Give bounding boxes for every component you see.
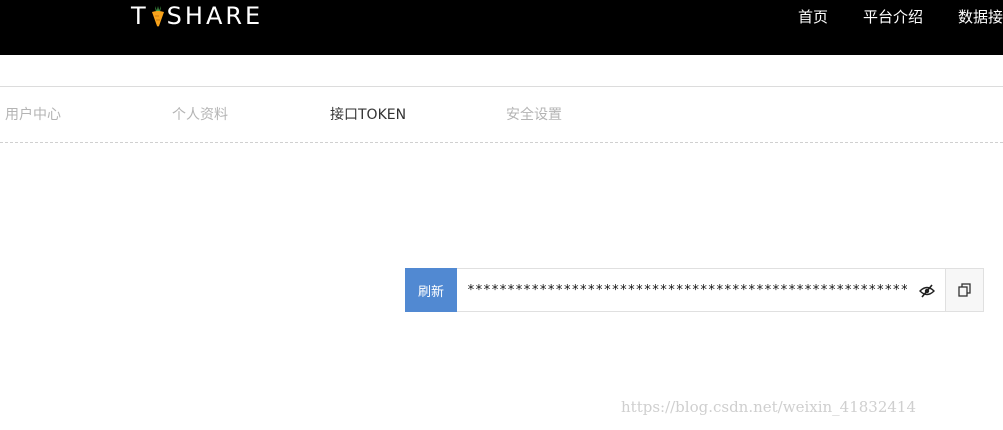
tushare-logo[interactable]: T SHARE (131, 2, 264, 30)
refresh-token-button[interactable]: 刷新 (405, 268, 457, 312)
eye-slash-icon[interactable] (919, 283, 935, 299)
token-input-group: 刷新 (405, 268, 984, 312)
tab-user-center[interactable]: 用户中心 (5, 104, 61, 126)
tab-api-token[interactable]: 接口TOKEN (330, 104, 406, 126)
watermark-url: https://blog.csdn.net/weixin_41832414 (621, 398, 917, 416)
nav-home[interactable]: 首页 (798, 4, 828, 28)
nav-data-api[interactable]: 数据接 (958, 4, 1003, 28)
copy-token-button[interactable] (946, 268, 984, 312)
divider (0, 86, 1003, 87)
tabs-divider (0, 142, 1003, 143)
tab-security-settings[interactable]: 安全设置 (506, 104, 562, 126)
logo-text-left: T (131, 2, 149, 30)
token-input[interactable] (467, 278, 907, 302)
top-navbar: T SHARE 首页 平台介绍 数据接 (0, 0, 1003, 55)
nav-platform-intro[interactable]: 平台介绍 (863, 4, 923, 28)
logo-text-right: SHARE (166, 2, 264, 30)
token-field (457, 268, 946, 312)
tab-profile[interactable]: 个人资料 (172, 104, 228, 126)
carrot-logo-icon (151, 6, 164, 27)
copy-icon (957, 283, 971, 297)
